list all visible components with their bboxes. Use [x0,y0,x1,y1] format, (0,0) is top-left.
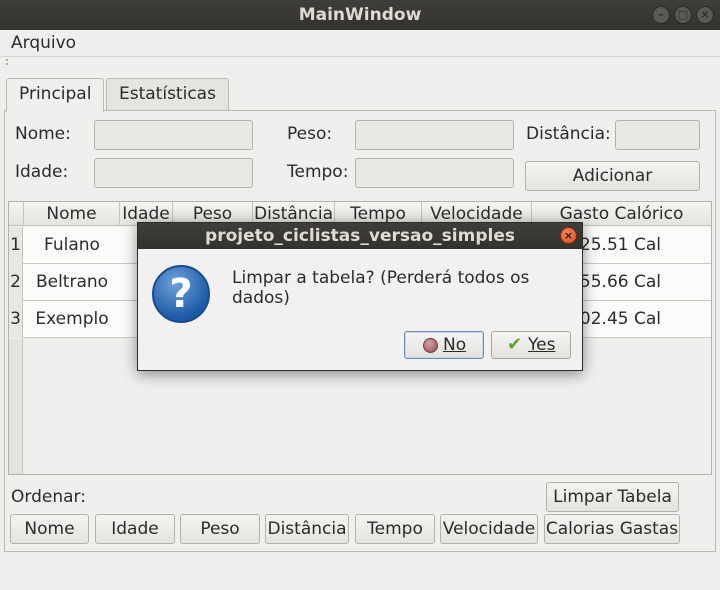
cell-name[interactable]: Exemplo [24,301,120,338]
tab-estatisticas[interactable]: Estatísticas [106,78,229,111]
age-field[interactable] [94,158,253,188]
menubar: Arquivo [0,30,720,56]
window-title: MainWindow [298,5,422,25]
toolbar-grip [0,56,720,66]
sort-by-calorias-button[interactable]: Calorias Gastas [544,514,680,544]
dialog-message: Limpar a tabela? (Perderá todos os dados… [232,268,530,308]
no-label: No [443,335,467,355]
weight-label: Peso: [287,124,333,144]
distance-field[interactable] [615,120,700,150]
menu-arquivo[interactable]: Arquivo [11,33,76,53]
row-index[interactable]: 1 [9,227,23,264]
sort-by-peso-button[interactable]: Peso [180,514,260,544]
clear-table-button[interactable]: Limpar Tabela [546,482,679,512]
row-header-empty [9,339,23,474]
distance-label: Distância: [526,124,611,144]
checkmark-icon: ✔ [507,334,523,355]
row-index[interactable]: 2 [9,264,23,301]
row-index[interactable]: 3 [9,301,23,338]
question-icon: ? [152,265,210,323]
name-field[interactable] [94,120,253,150]
window-titlebar: MainWindow – □ × [0,0,720,30]
name-label: Nome: [15,124,71,144]
sort-by-nome-button[interactable]: Nome [10,514,89,544]
sort-label: Ordenar: [11,487,86,507]
time-field[interactable] [355,158,514,188]
sort-by-distancia-button[interactable]: Distância [265,514,349,544]
sort-by-velocidade-button[interactable]: Velocidade [440,514,538,544]
minimize-icon[interactable]: – [652,6,670,24]
cell-name[interactable]: Beltrano [24,264,120,301]
yes-button[interactable]: ✔ Yes [491,331,571,359]
header-corner[interactable] [9,202,24,226]
time-label: Tempo: [287,162,349,182]
no-icon [423,338,438,353]
dialog-close-icon[interactable]: × [560,227,577,244]
confirm-dialog: projeto_ciclistas_versao_simples × ? Lim… [137,222,583,371]
yes-label: Yes [528,335,556,355]
add-button[interactable]: Adicionar [525,161,700,191]
maximize-icon[interactable]: □ [674,6,692,24]
age-label: Idade: [15,162,69,182]
cell-name[interactable]: Fulano [24,227,120,264]
dialog-title: projeto_ciclistas_versao_simples [138,223,582,249]
sort-by-idade-button[interactable]: Idade [95,514,175,544]
header-nome[interactable]: Nome [24,202,120,226]
sort-by-tempo-button[interactable]: Tempo [355,514,435,544]
close-icon[interactable]: × [696,6,714,24]
tab-principal[interactable]: Principal [6,78,105,112]
weight-field[interactable] [355,120,514,150]
no-button[interactable]: No [404,331,484,359]
